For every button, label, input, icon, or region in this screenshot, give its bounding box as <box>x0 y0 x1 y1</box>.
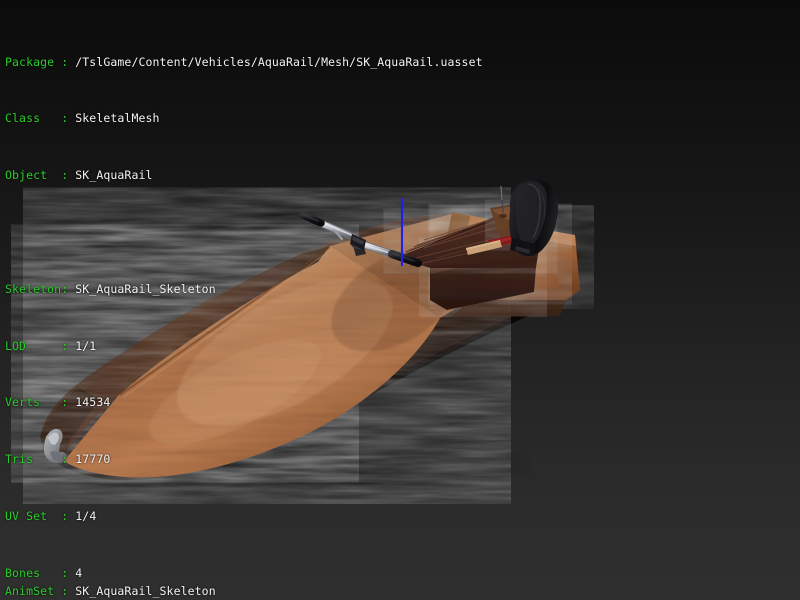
sep-verts: : <box>40 395 75 409</box>
sep-object: : <box>47 168 75 182</box>
label-verts: Verts <box>5 395 40 409</box>
label-tris: Tris <box>5 452 33 466</box>
value-package: /TslGame/Content/Vehicles/AquaRail/Mesh/… <box>75 55 482 69</box>
value-class: SkeletalMesh <box>75 111 159 125</box>
label-uvset: UV Set <box>5 509 47 523</box>
sep-uvset: : <box>47 509 75 523</box>
info-row-object: Object : SK_AquaRail <box>5 168 483 182</box>
label-lod: LOD <box>5 339 26 353</box>
value-tris: 17770 <box>75 452 110 466</box>
sep-lod: : <box>26 339 75 353</box>
mesh-info-overlay: Package : /TslGame/Content/Vehicles/Aqua… <box>5 12 483 600</box>
info-row-skeleton: Skeleton: SK_AquaRail_Skeleton <box>5 282 483 296</box>
value-verts: 14534 <box>75 395 110 409</box>
info-row-uvset: UV Set : 1/4 <box>5 509 483 523</box>
label-class: Class <box>5 111 40 125</box>
info-row-tris: Tris : 17770 <box>5 452 483 466</box>
sep-tris: : <box>33 452 75 466</box>
sep-class: : <box>40 111 75 125</box>
label-package: Package <box>5 55 54 69</box>
mesh-viewer-viewport[interactable]: Package : /TslGame/Content/Vehicles/Aqua… <box>0 0 800 600</box>
info-spacer <box>5 225 483 239</box>
info-row-animset: AnimSet : SK_AquaRail_Skeleton <box>5 584 216 598</box>
value-uvset: 1/4 <box>75 509 96 523</box>
label-object: Object <box>5 168 47 182</box>
info-row-verts: Verts : 14534 <box>5 395 483 409</box>
info-row-class: Class : SkeletalMesh <box>5 111 483 125</box>
label-animset: AnimSet : <box>5 584 68 598</box>
anim-info-overlay: AnimSet : SK_AquaRail_Skeleton RotationO… <box>5 541 216 600</box>
value-object: SK_AquaRail <box>75 168 152 182</box>
sep-package: : <box>54 55 75 69</box>
info-row-lod: LOD : 1/1 <box>5 339 483 353</box>
value-lod: 1/1 <box>75 339 96 353</box>
value-animset: SK_AquaRail_Skeleton <box>75 584 215 598</box>
label-skeleton: Skeleton: <box>5 282 68 296</box>
value-skeleton: SK_AquaRail_Skeleton <box>75 282 215 296</box>
info-row-package: Package : /TslGame/Content/Vehicles/Aqua… <box>5 55 483 69</box>
